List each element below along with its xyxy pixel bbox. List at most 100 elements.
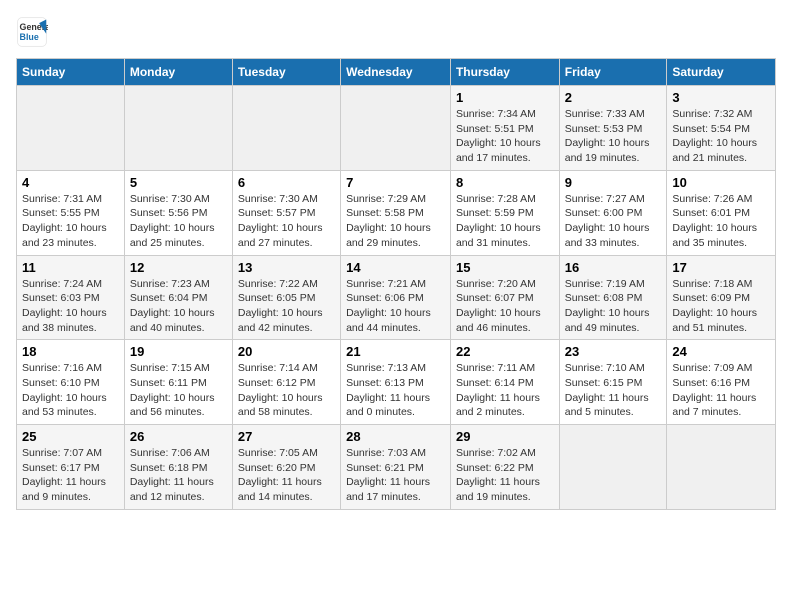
calendar-cell: 15 Sunrise: 7:20 AM Sunset: 6:07 PM Dayli… [450,255,559,340]
weekday-header-monday: Monday [124,59,232,86]
day-info: Sunrise: 7:13 AM Sunset: 6:13 PM Dayligh… [346,361,445,420]
calendar-cell: 14 Sunrise: 7:21 AM Sunset: 6:06 PM Dayli… [341,255,451,340]
calendar-cell: 11 Sunrise: 7:24 AM Sunset: 6:03 PM Dayli… [17,255,125,340]
logo-icon: General Blue [16,16,48,48]
day-number: 15 [456,260,554,275]
calendar-cell: 29 Sunrise: 7:02 AM Sunset: 6:22 PM Dayli… [450,425,559,510]
svg-text:Blue: Blue [20,32,39,42]
calendar-cell: 18 Sunrise: 7:16 AM Sunset: 6:10 PM Dayli… [17,340,125,425]
day-info: Sunrise: 7:30 AM Sunset: 5:57 PM Dayligh… [238,192,335,251]
day-number: 14 [346,260,445,275]
page-header: General Blue [16,16,776,48]
weekday-header-tuesday: Tuesday [232,59,340,86]
day-number: 8 [456,175,554,190]
calendar-table: SundayMondayTuesdayWednesdayThursdayFrid… [16,58,776,510]
day-info: Sunrise: 7:29 AM Sunset: 5:58 PM Dayligh… [346,192,445,251]
day-info: Sunrise: 7:02 AM Sunset: 6:22 PM Dayligh… [456,446,554,505]
day-info: Sunrise: 7:20 AM Sunset: 6:07 PM Dayligh… [456,277,554,336]
calendar-cell: 17 Sunrise: 7:18 AM Sunset: 6:09 PM Dayli… [667,255,776,340]
day-number: 28 [346,429,445,444]
calendar-cell: 2 Sunrise: 7:33 AM Sunset: 5:53 PM Daylig… [559,86,667,171]
calendar-cell: 6 Sunrise: 7:30 AM Sunset: 5:57 PM Daylig… [232,170,340,255]
day-number: 3 [672,90,770,105]
weekday-header-wednesday: Wednesday [341,59,451,86]
day-number: 25 [22,429,119,444]
day-info: Sunrise: 7:32 AM Sunset: 5:54 PM Dayligh… [672,107,770,166]
day-info: Sunrise: 7:30 AM Sunset: 5:56 PM Dayligh… [130,192,227,251]
weekday-header-saturday: Saturday [667,59,776,86]
day-number: 23 [565,344,662,359]
calendar-cell: 24 Sunrise: 7:09 AM Sunset: 6:16 PM Dayli… [667,340,776,425]
day-number: 22 [456,344,554,359]
day-number: 18 [22,344,119,359]
day-info: Sunrise: 7:33 AM Sunset: 5:53 PM Dayligh… [565,107,662,166]
day-info: Sunrise: 7:10 AM Sunset: 6:15 PM Dayligh… [565,361,662,420]
day-number: 4 [22,175,119,190]
calendar-cell: 5 Sunrise: 7:30 AM Sunset: 5:56 PM Daylig… [124,170,232,255]
calendar-cell: 9 Sunrise: 7:27 AM Sunset: 6:00 PM Daylig… [559,170,667,255]
day-info: Sunrise: 7:31 AM Sunset: 5:55 PM Dayligh… [22,192,119,251]
calendar-cell: 16 Sunrise: 7:19 AM Sunset: 6:08 PM Dayli… [559,255,667,340]
calendar-cell [341,86,451,171]
day-info: Sunrise: 7:28 AM Sunset: 5:59 PM Dayligh… [456,192,554,251]
day-info: Sunrise: 7:22 AM Sunset: 6:05 PM Dayligh… [238,277,335,336]
day-number: 17 [672,260,770,275]
day-info: Sunrise: 7:24 AM Sunset: 6:03 PM Dayligh… [22,277,119,336]
calendar-cell [17,86,125,171]
day-number: 24 [672,344,770,359]
weekday-header-friday: Friday [559,59,667,86]
day-number: 27 [238,429,335,444]
day-info: Sunrise: 7:15 AM Sunset: 6:11 PM Dayligh… [130,361,227,420]
day-number: 5 [130,175,227,190]
day-info: Sunrise: 7:09 AM Sunset: 6:16 PM Dayligh… [672,361,770,420]
day-number: 19 [130,344,227,359]
day-info: Sunrise: 7:34 AM Sunset: 5:51 PM Dayligh… [456,107,554,166]
calendar-cell: 8 Sunrise: 7:28 AM Sunset: 5:59 PM Daylig… [450,170,559,255]
day-number: 10 [672,175,770,190]
day-number: 29 [456,429,554,444]
day-info: Sunrise: 7:21 AM Sunset: 6:06 PM Dayligh… [346,277,445,336]
day-info: Sunrise: 7:16 AM Sunset: 6:10 PM Dayligh… [22,361,119,420]
day-number: 16 [565,260,662,275]
calendar-cell: 21 Sunrise: 7:13 AM Sunset: 6:13 PM Dayli… [341,340,451,425]
day-number: 9 [565,175,662,190]
calendar-cell: 12Sunrise: 7:23 AM Sunset: 6:04 PM Dayli… [124,255,232,340]
calendar-cell: 27Sunrise: 7:05 AM Sunset: 6:20 PM Dayli… [232,425,340,510]
day-info: Sunrise: 7:26 AM Sunset: 6:01 PM Dayligh… [672,192,770,251]
calendar-cell: 10 Sunrise: 7:26 AM Sunset: 6:01 PM Dayli… [667,170,776,255]
day-info: Sunrise: 7:23 AM Sunset: 6:04 PM Dayligh… [130,277,227,336]
calendar-cell: 25 Sunrise: 7:07 AM Sunset: 6:17 PM Dayli… [17,425,125,510]
calendar-cell: 7 Sunrise: 7:29 AM Sunset: 5:58 PM Daylig… [341,170,451,255]
calendar-cell [559,425,667,510]
day-info: Sunrise: 7:03 AM Sunset: 6:21 PM Dayligh… [346,446,445,505]
calendar-cell: 13 Sunrise: 7:22 AM Sunset: 6:05 PM Dayli… [232,255,340,340]
day-number: 2 [565,90,662,105]
day-info: Sunrise: 7:27 AM Sunset: 6:00 PM Dayligh… [565,192,662,251]
day-number: 20 [238,344,335,359]
day-number: 7 [346,175,445,190]
calendar-cell [667,425,776,510]
day-number: 1 [456,90,554,105]
calendar-cell: 26 Sunrise: 7:06 AM Sunset: 6:18 PM Dayli… [124,425,232,510]
weekday-header-sunday: Sunday [17,59,125,86]
calendar-cell: 1 Sunrise: 7:34 AM Sunset: 5:51 PM Daylig… [450,86,559,171]
day-info: Sunrise: 7:14 AM Sunset: 6:12 PM Dayligh… [238,361,335,420]
day-info: Sunrise: 7:11 AM Sunset: 6:14 PM Dayligh… [456,361,554,420]
day-number: 11 [22,260,119,275]
calendar-cell: 22 Sunrise: 7:11 AM Sunset: 6:14 PM Dayli… [450,340,559,425]
calendar-cell: 19 Sunrise: 7:15 AM Sunset: 6:11 PM Dayli… [124,340,232,425]
day-number: 6 [238,175,335,190]
calendar-cell: 20 Sunrise: 7:14 AM Sunset: 6:12 PM Dayli… [232,340,340,425]
day-number: 21 [346,344,445,359]
day-number: 26 [130,429,227,444]
day-number: 13 [238,260,335,275]
weekday-header-thursday: Thursday [450,59,559,86]
day-info: Sunrise: 7:07 AM Sunset: 6:17 PM Dayligh… [22,446,119,505]
day-info: Sunrise: 7:19 AM Sunset: 6:08 PM Dayligh… [565,277,662,336]
calendar-cell: 23 Sunrise: 7:10 AM Sunset: 6:15 PM Dayli… [559,340,667,425]
calendar-cell [232,86,340,171]
day-info: Sunrise: 7:06 AM Sunset: 6:18 PM Dayligh… [130,446,227,505]
day-info: Sunrise: 7:18 AM Sunset: 6:09 PM Dayligh… [672,277,770,336]
calendar-cell: 3 Sunrise: 7:32 AM Sunset: 5:54 PM Daylig… [667,86,776,171]
calendar-cell: 4 Sunrise: 7:31 AM Sunset: 5:55 PM Daylig… [17,170,125,255]
